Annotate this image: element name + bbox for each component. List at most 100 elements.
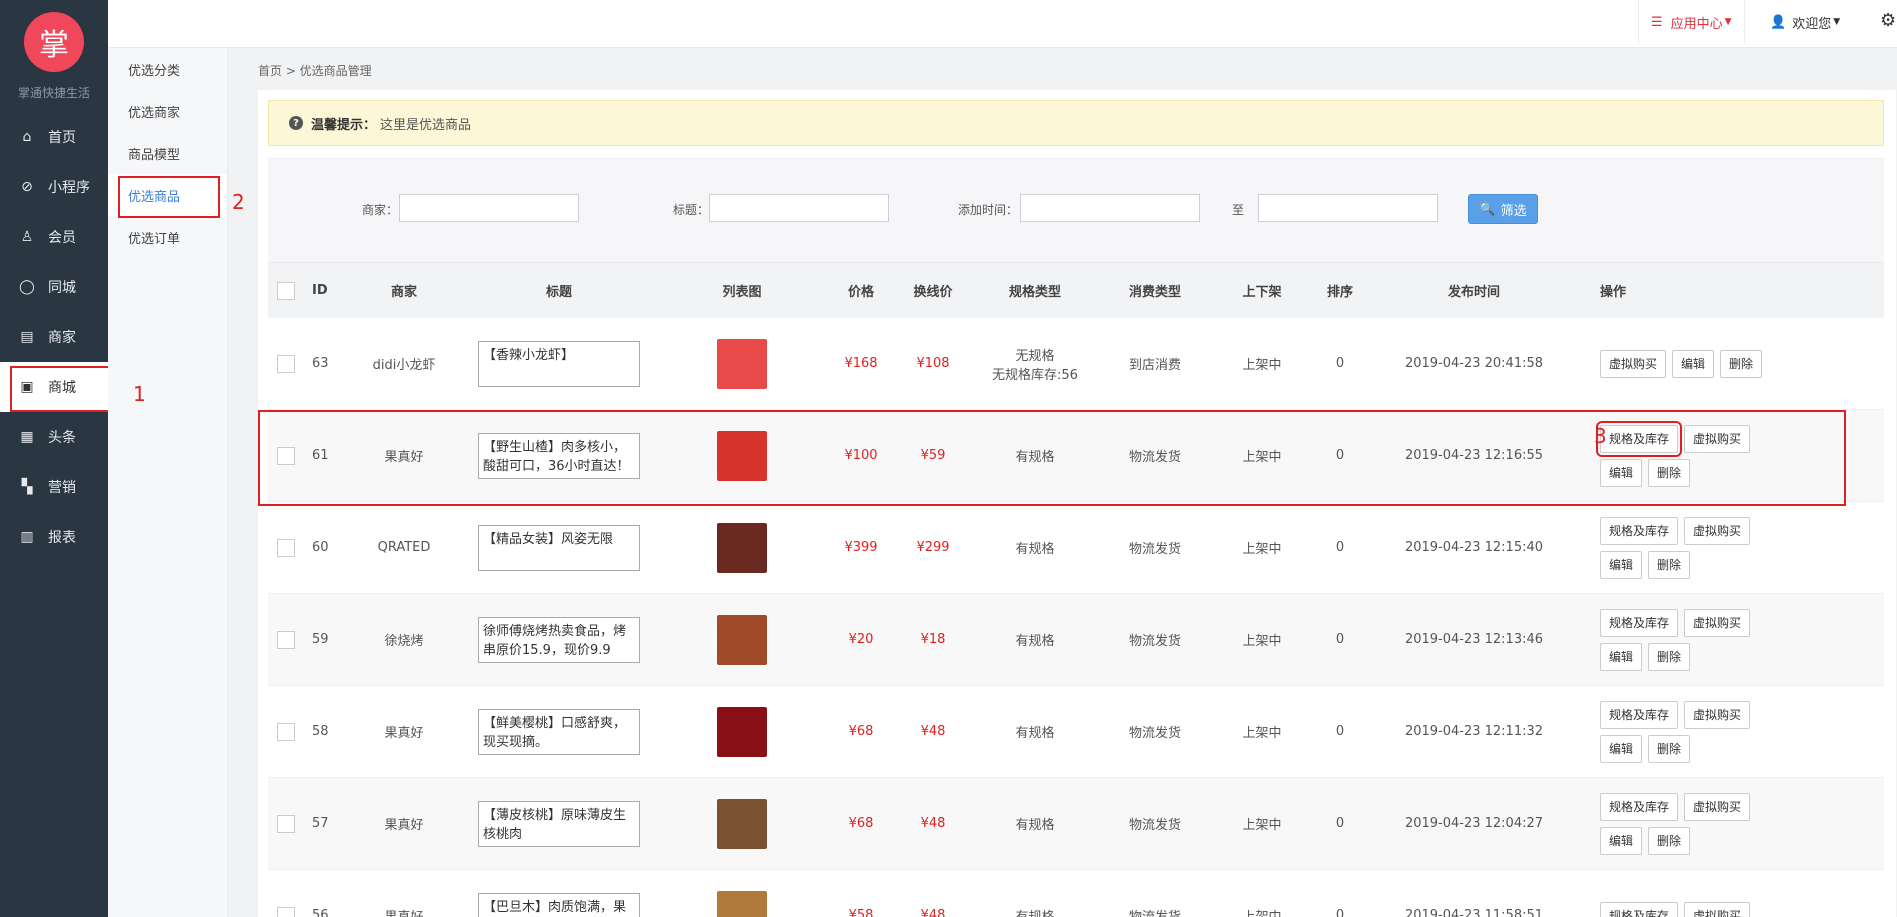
cell-shop: 果真好 [384,726,424,741]
row-actions: 规格及库存 虚拟购买编辑 删除 [1600,514,1800,582]
action-button[interactable]: 规格及库存 [1595,420,1683,457]
action-button[interactable]: 编辑 [1600,550,1643,579]
action-button[interactable]: 删除 [1648,458,1691,487]
action-button[interactable]: 删除 [1648,826,1691,855]
cell-thumb [654,706,830,757]
subnav-item-3[interactable]: 优选商品 [108,174,227,218]
table-row: 58 果真好 【鲜美樱桃】口感舒爽，现买现摘。 ¥68 ¥48 有规格 物流发货 上架中 0 20… [268,686,1884,778]
header-shelf: 上下架 [1242,285,1282,300]
row-checkbox[interactable] [277,906,295,917]
action-button[interactable]: 规格及库存 [1600,700,1679,729]
cell-shelf: 上架中 [1242,450,1282,465]
row-checkbox[interactable] [277,538,295,557]
action-button[interactable]: 删除 [1648,550,1691,579]
subnav-item-4[interactable]: 优选订单 [108,216,227,258]
filter-button[interactable]: 🔍 筛选 [1468,194,1538,224]
row-checkbox[interactable] [277,722,295,741]
cell-spec: 有规格 [974,538,1096,557]
header-swap: 换线价 [913,285,953,300]
cell-shop: 果真好 [384,450,424,465]
cell-id: 59 [312,632,329,647]
action-button[interactable]: 规格及库存 [1600,792,1679,821]
row-checkbox-cell [268,446,304,465]
subnav-item-1[interactable]: 优选商家 [108,90,227,132]
row-checkbox[interactable] [277,354,295,373]
spec-type: 有规格 [974,906,1096,917]
nav-item-1[interactable]: ⊘ 小程序 [0,162,108,212]
cell-price: ¥168 [844,356,878,371]
nav-item-6[interactable]: ▦ 头条 [0,412,108,462]
header-spec: 规格类型 [1008,285,1061,300]
chart-icon: ▥ [20,529,34,545]
cell-swap-price: ¥48 [920,816,946,831]
cell-swap-price: ¥59 [920,448,946,463]
action-button[interactable]: 规格及库存 [1600,608,1679,637]
nav-item-4[interactable]: ▤ 商家 [0,312,108,362]
action-button[interactable]: 虚拟购买 [1684,424,1751,453]
subnav-item-2[interactable]: 商品模型 [108,132,227,174]
nav-item-7[interactable]: ▚ 营销 [0,462,108,512]
end-time-input[interactable] [1258,194,1438,222]
cell-title: 【薄皮核桃】原味薄皮生核桃肉 [464,800,654,847]
action-button[interactable]: 虚拟购买 [1684,792,1751,821]
cell-title: 【香辣小龙虾】 [464,340,654,387]
cell-spec: 无规格 无规格库存:56 [974,345,1096,383]
nav-item-5[interactable]: ▣ 商城 [0,362,118,412]
subnav-item-0[interactable]: 优选分类 [108,48,227,90]
title-textarea[interactable]: 【鲜美樱桃】口感舒爽，现买现摘。 [478,708,640,755]
cell-actions: 规格及库存 虚拟购买编辑 删除 [1578,514,1878,582]
spec-type: 无规格 [1015,348,1055,364]
cell-id: 57 [312,816,329,831]
title-textarea[interactable]: 【精品女装】风姿无限 [478,524,640,571]
action-button[interactable]: 编辑 [1600,458,1643,487]
title-textarea[interactable]: 【巴旦木】肉质饱满，果 [478,892,640,917]
cell-thumb [654,522,830,573]
action-button[interactable]: 虚拟购买 [1684,700,1751,729]
action-button[interactable]: 编辑 [1600,642,1643,671]
brand-logo[interactable]: 掌 [24,12,84,72]
title-input[interactable] [709,194,889,222]
action-button[interactable]: 删除 [1648,642,1691,671]
nav-item-2[interactable]: ♙ 会员 [0,212,108,262]
title-textarea[interactable]: 徐师傅烧烤热卖食品，烤串原价15.9，现价9.9 [478,616,640,663]
cell-sort: 0 [1335,632,1345,647]
action-button[interactable]: 规格及库存 [1600,516,1679,545]
marketing-icon: ▚ [21,479,33,495]
action-button[interactable]: 虚拟购买 [1684,608,1751,637]
header-checkbox-cell [268,281,304,300]
start-time-input[interactable] [1020,194,1200,222]
select-all-checkbox[interactable] [277,281,295,300]
cell-swap-price: ¥48 [920,908,946,917]
title-textarea[interactable]: 【香辣小龙虾】 [478,340,640,387]
row-checkbox[interactable] [277,446,295,465]
nav-item-8[interactable]: ▥ 报表 [0,512,108,562]
action-button[interactable]: 虚拟购买 [1600,349,1667,378]
row-checkbox[interactable] [277,814,295,833]
title-textarea[interactable]: 【野生山楂】肉多核小，酸甜可口，36小时直达！ [478,432,640,479]
nav-item-0[interactable]: ⌂ 首页 [0,112,108,162]
shop-label: 商家： [362,203,399,217]
action-button[interactable]: 虚拟购买 [1684,901,1751,917]
cell-actions: 规格及库存 虚拟购买编辑 删除 [1578,698,1878,766]
action-button[interactable]: 编辑 [1600,734,1643,763]
gear-icon[interactable]: ⚙ [1880,10,1897,31]
action-button[interactable]: 编辑 [1600,826,1643,855]
action-button[interactable]: 编辑 [1672,349,1715,378]
nav-item-label: 头条 [48,430,76,446]
nav-item-3[interactable]: ◯ 同城 [0,262,108,312]
tip-text: 这里是优选商品 [380,117,472,133]
welcome-label: 欢迎您 [1792,16,1832,32]
welcome-menu[interactable]: 👤 欢迎您 ▼ [1758,0,1852,44]
table-row: 57 果真好 【薄皮核桃】原味薄皮生核桃肉 ¥68 ¥48 有规格 物流发货 上架中 0 2019… [268,778,1884,870]
action-button[interactable]: 虚拟购买 [1684,516,1751,545]
row-checkbox[interactable] [277,630,295,649]
question-icon: ? [289,116,303,130]
action-button[interactable]: 删除 [1648,734,1691,763]
content-card: ? 温馨提示： 这里是优选商品 商家： 标题： 添加时间： 至 🔍 筛选 ID 商… [258,90,1896,917]
title-textarea[interactable]: 【薄皮核桃】原味薄皮生核桃肉 [478,800,640,847]
nav-item-label: 商城 [48,380,76,396]
app-center-menu[interactable]: ☰ 应用中心 ▼ [1638,0,1745,44]
action-button[interactable]: 删除 [1720,349,1763,378]
shop-input[interactable] [399,194,579,222]
action-button[interactable]: 规格及库存 [1600,901,1679,917]
